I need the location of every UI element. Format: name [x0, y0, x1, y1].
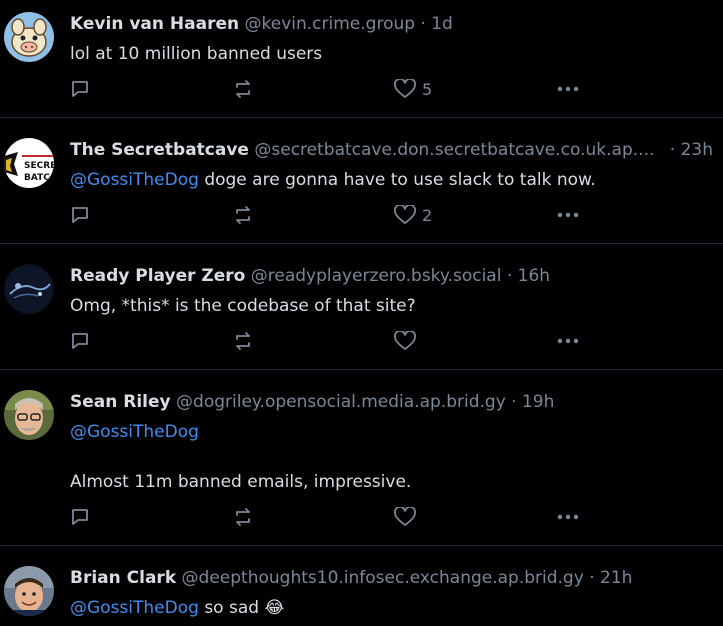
post-actions [70, 329, 590, 353]
mention-link[interactable]: @GossiTheDog [70, 598, 199, 618]
avatar[interactable] [4, 264, 54, 314]
repost-button[interactable] [232, 505, 254, 529]
post-header: Ready Player Zero @readyplayerzero.bsky.… [70, 265, 713, 287]
reply-icon [72, 207, 88, 223]
post-text-content: Omg, *this* is the codebase of that site… [70, 296, 416, 316]
repost-icon [236, 206, 250, 224]
more-button[interactable] [556, 203, 580, 227]
author-name[interactable]: Kevin van Haaren [70, 14, 239, 34]
post[interactable]: SECRE BATCA The Secretbatcave @secretbat… [0, 118, 723, 244]
author-handle[interactable]: @deepthoughts10.infosec.exchange.ap.brid… [182, 568, 584, 588]
post-actions [70, 505, 590, 529]
post-header: Brian Clark @deepthoughts10.infosec.exch… [70, 567, 713, 589]
avatar[interactable] [4, 566, 54, 616]
post-header: The Secretbatcave @secretbatcave.don.sec… [70, 139, 713, 161]
reply-button[interactable] [70, 77, 90, 101]
author-handle[interactable]: @secretbatcave.don.secretbatcave.co.uk.a… [254, 140, 654, 160]
repost-button[interactable] [232, 77, 254, 101]
reply-icon [72, 81, 88, 97]
avatar-text-1: SECRE [24, 161, 54, 171]
like-count: 2 [422, 205, 433, 225]
post-text-paragraph: Almost 11m banned emails, impressive. [70, 471, 713, 493]
repost-icon [236, 332, 250, 350]
post[interactable]: Sean Riley @dogriley.opensocial.media.ap… [0, 370, 723, 546]
author-handle[interactable]: @kevin.crime.group [245, 14, 416, 34]
repost-button[interactable] [232, 203, 254, 227]
author-name[interactable]: The Secretbatcave [70, 140, 249, 160]
reply-icon [72, 333, 88, 349]
heart-icon [394, 79, 416, 98]
author-name[interactable]: Brian Clark [70, 568, 176, 588]
repost-icon [236, 508, 250, 526]
more-icon [557, 514, 579, 520]
post-time[interactable]: · 16h [507, 266, 550, 286]
post-time[interactable]: · 1d [420, 14, 452, 34]
more-icon [557, 338, 579, 344]
reply-icon [72, 509, 88, 525]
more-icon [557, 86, 579, 92]
post-time[interactable]: · 19h [511, 392, 554, 412]
post-header: Sean Riley @dogriley.opensocial.media.ap… [70, 391, 713, 413]
avatar[interactable] [4, 12, 54, 62]
feed: Kevin van Haaren @kevin.crime.group · 1d… [0, 0, 723, 626]
author-handle[interactable]: @dogriley.opensocial.media.ap.brid.gy [176, 392, 506, 412]
heart-icon [394, 507, 416, 526]
reply-button[interactable] [70, 203, 90, 227]
post-text: Omg, *this* is the codebase of that site… [70, 295, 713, 317]
post-header: Kevin van Haaren @kevin.crime.group · 1d [70, 13, 713, 35]
post-text: @GossiTheDog doge are gonna have to use … [70, 169, 713, 191]
post-text: @GossiTheDog [70, 421, 713, 443]
reply-button[interactable] [70, 505, 90, 529]
post-text: @GossiTheDog so sad 😂 [70, 597, 713, 619]
like-button[interactable] [394, 329, 422, 353]
mention-link[interactable]: @GossiTheDog [70, 422, 199, 442]
post-text-content: doge are gonna have to use slack to talk… [198, 170, 596, 190]
heart-icon [394, 205, 416, 224]
avatar[interactable]: SECRE BATCA [4, 138, 54, 188]
more-icon [557, 212, 579, 218]
post-time[interactable]: · 21h [589, 568, 632, 588]
post[interactable]: Brian Clark @deepthoughts10.infosec.exch… [0, 546, 723, 626]
author-name[interactable]: Sean Riley [70, 392, 171, 412]
post-time[interactable]: · 23h [670, 139, 713, 161]
post[interactable]: Kevin van Haaren @kevin.crime.group · 1d… [0, 0, 723, 118]
post-text-content: Almost 11m banned emails, impressive. [70, 472, 412, 492]
more-button[interactable] [556, 505, 580, 529]
heart-icon [394, 331, 416, 350]
author-handle[interactable]: @readyplayerzero.bsky.social [251, 266, 502, 286]
post[interactable]: Ready Player Zero @readyplayerzero.bsky.… [0, 244, 723, 370]
post-text: lol at 10 million banned users [70, 43, 713, 65]
repost-icon [236, 80, 250, 98]
avatar-text-2: BATCA [24, 173, 54, 183]
more-button[interactable] [556, 329, 580, 353]
author-name[interactable]: Ready Player Zero [70, 266, 245, 286]
post-actions: 5 [70, 77, 590, 101]
like-button[interactable]: 5 [394, 77, 432, 101]
avatar[interactable] [4, 390, 54, 440]
mention-link[interactable]: @GossiTheDog [70, 170, 199, 190]
post-text-content: so sad 😂 [198, 598, 285, 618]
like-button[interactable]: 2 [394, 203, 432, 227]
reply-button[interactable] [70, 329, 90, 353]
post-text-content: lol at 10 million banned users [70, 44, 323, 64]
post-actions: 2 [70, 203, 590, 227]
like-count: 5 [422, 79, 433, 99]
more-button[interactable] [556, 77, 580, 101]
repost-button[interactable] [232, 329, 254, 353]
like-button[interactable] [394, 505, 422, 529]
